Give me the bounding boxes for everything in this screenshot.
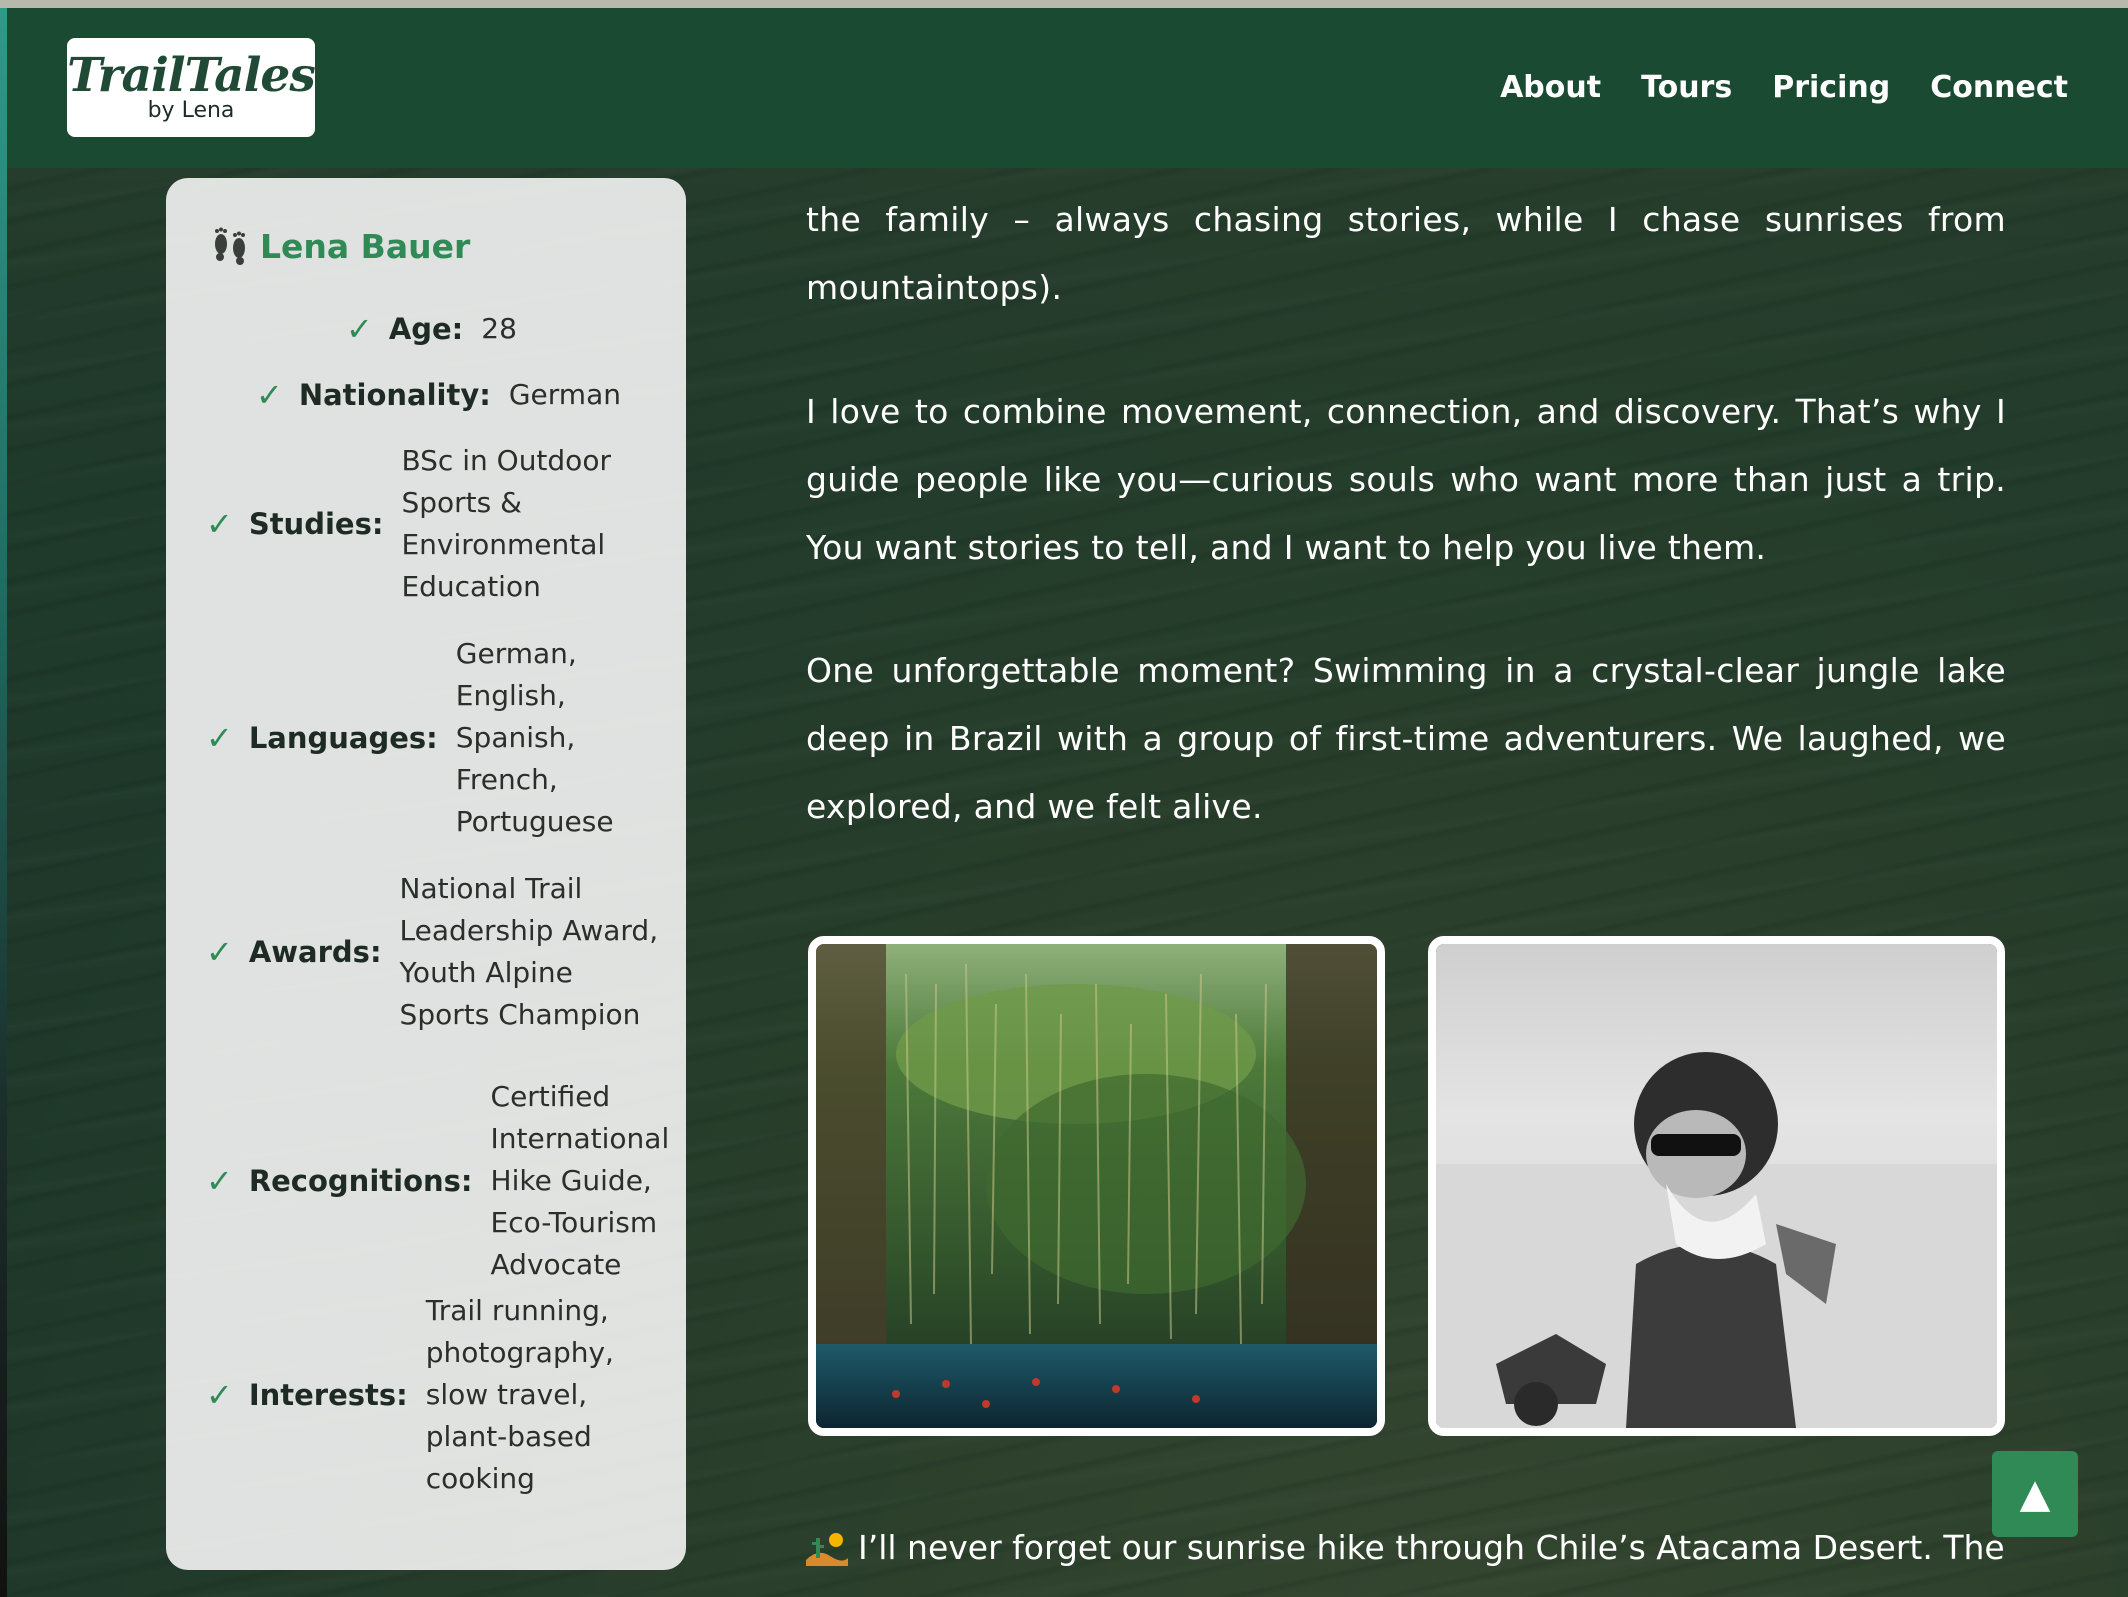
story-paragraph-2: I love to combine movement, connection, … [806,392,2006,567]
fact-value: National Trail Leadership Award, Youth A… [399,872,659,1031]
fact-interests: ✓ Interests: Trail running, photography,… [206,1290,636,1500]
fact-value: German, English, Spanish, French, Portug… [455,637,614,838]
check-icon: ✓ [256,376,283,414]
nav-connect[interactable]: Connect [1930,70,2068,106]
fact-value: BSc in Outdoor Sports & Environmental Ed… [401,444,611,603]
fact-label: Interests: [248,1378,408,1412]
footprints-icon [215,227,245,265]
check-icon: ✓ [206,719,233,757]
check-icon: ✓ [206,1376,233,1414]
nav-about[interactable]: About [1500,70,1601,106]
browser-top-strip [0,0,2128,8]
profile-title: Lena Bauer [208,224,470,268]
fact-label: Nationality: [298,378,491,412]
nav-pricing[interactable]: Pricing [1772,70,1890,106]
fact-value: Certified International Hike Guide, Eco-… [490,1080,670,1281]
logo-link[interactable]: TrailTales by Lena [67,38,316,137]
fact-label: Languages: [248,721,438,755]
desert-icon [806,1533,848,1566]
fact-awards: ✓ Awards: National Trail Leadership Awar… [206,868,670,1036]
fact-recognitions: ✓ Recognitions: Certified International … [206,1076,686,1286]
photo-jungle-lake [808,936,1385,1436]
profile-card: Lena Bauer ✓ Age: 28 ✓ Nationality: Germ… [166,178,686,1570]
jungle-lake-image [816,944,1377,1428]
desert-rider-image [1436,944,1997,1428]
main-nav: About Tours Pricing Connect [1500,70,2068,106]
fact-nationality: ✓ Nationality: German [256,374,621,416]
fact-value: German [508,378,621,411]
site-header: TrailTales by Lena About Tours Pricing C… [7,8,2128,168]
fact-value: Trail running, photography, slow travel,… [425,1294,614,1495]
check-icon: ✓ [206,933,233,971]
fact-label: Age: [388,312,464,346]
fact-label: Awards: [248,935,382,969]
arrow-up-icon: ▲ [2019,1471,2051,1517]
fact-languages: ✓ Languages: German, English, Spanish, F… [206,633,616,843]
bottom-line-text: I’ll never forget our sunrise hike throu… [858,1528,2005,1567]
check-icon: ✓ [346,310,373,348]
fact-label: Studies: [248,507,384,541]
fact-label: Recognitions: [248,1164,473,1198]
fact-age: ✓ Age: 28 [346,308,517,350]
story-paragraph-1: the family – always chasing stories, whi… [806,200,2006,307]
window-edge [0,8,7,1597]
check-icon: ✓ [206,1162,233,1200]
photo-desert-rider [1428,936,2005,1436]
nav-tours[interactable]: Tours [1641,70,1732,106]
check-icon: ✓ [206,505,233,543]
logo-title: TrailTales [67,48,316,103]
story-paragraph-3: One unforgettable moment? Swimming in a … [806,651,2006,826]
profile-name: Lena Bauer [260,226,471,266]
story-paragraph-4: I’ll never forget our sunrise hike throu… [806,1524,2010,1572]
fact-studies: ✓ Studies: BSc in Outdoor Sports & Envir… [206,440,631,608]
fact-value: 28 [481,312,517,345]
